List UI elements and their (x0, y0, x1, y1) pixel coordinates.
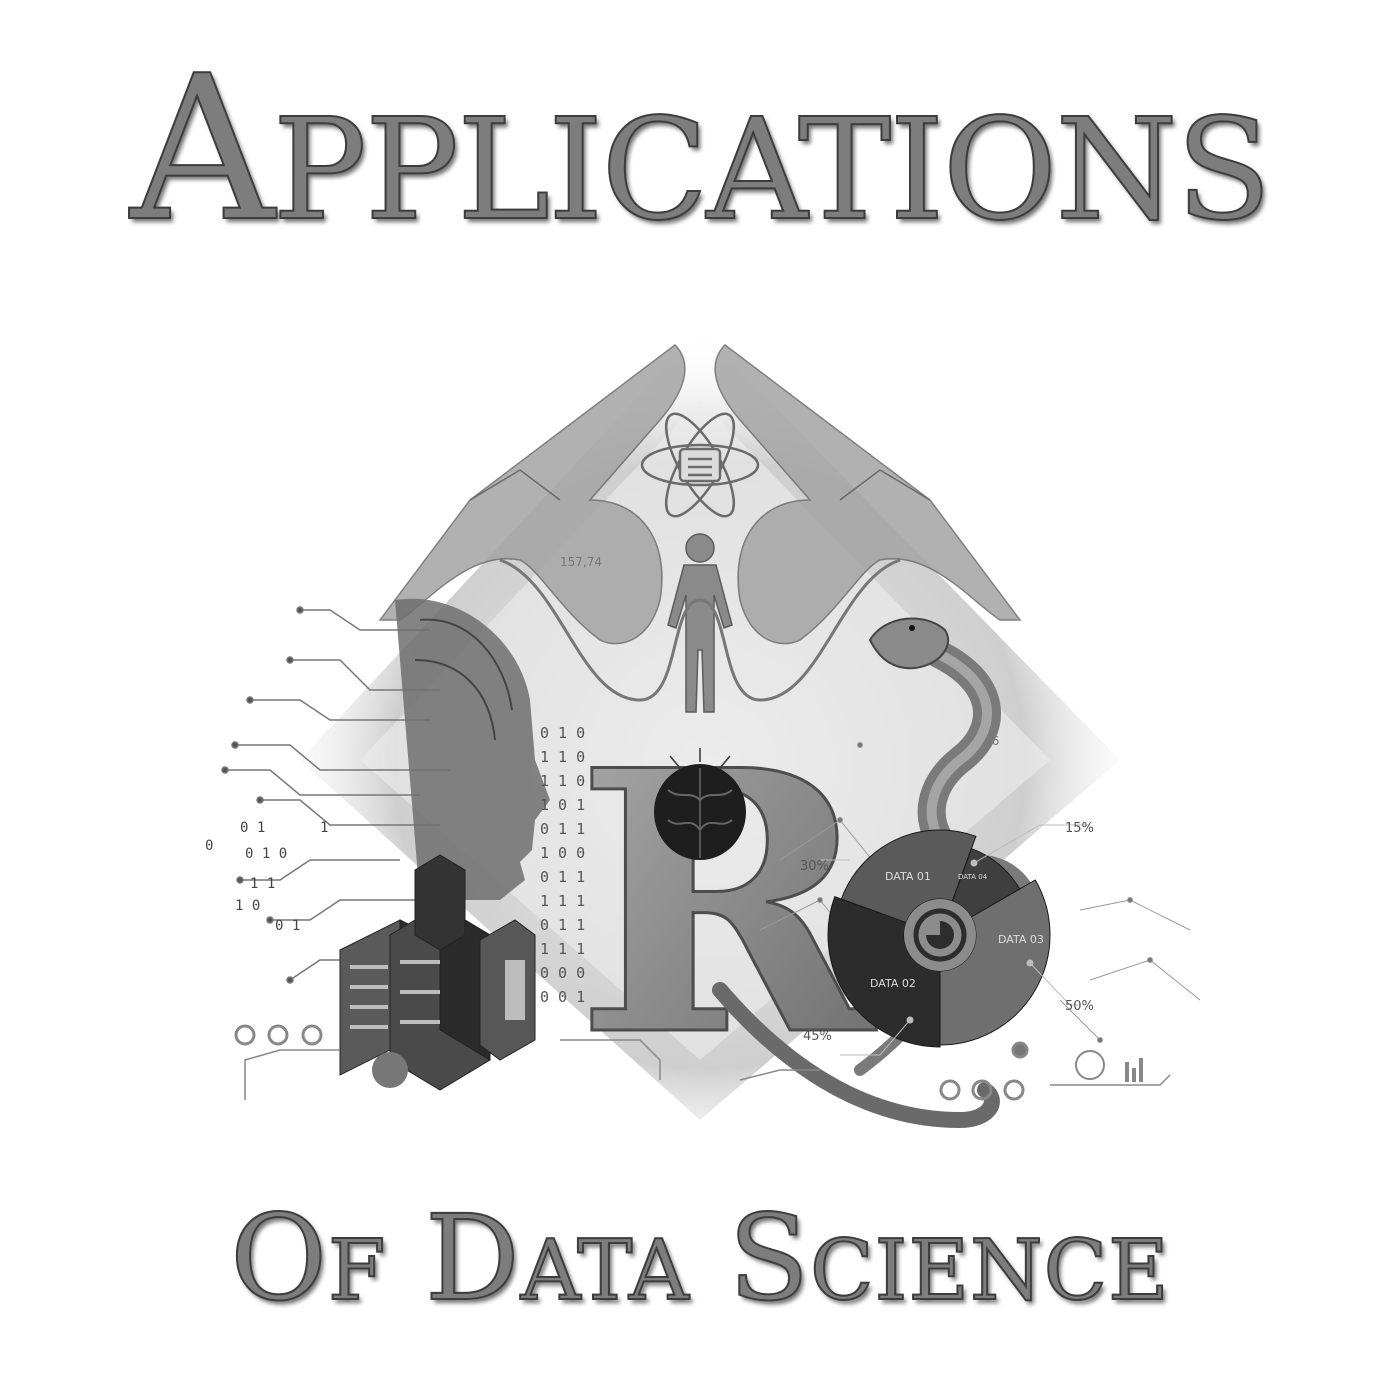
donut-label-data-01: DATA 01 (885, 870, 931, 883)
percent-30: 30% (800, 859, 829, 874)
binary-bit: 1 1 (250, 876, 275, 892)
binary-bit: 1 0 (235, 898, 260, 914)
binary-scatter: 0 1 1 0 1 0 1 1 0 1 0 1 0 (205, 820, 328, 934)
binary-bit: 0 1 0 (245, 846, 287, 862)
title-of-data-science: Of Data Science (229, 1188, 1170, 1328)
binary-bit: 0 1 (240, 820, 265, 836)
binary-bit: 0 1 (275, 918, 300, 934)
binary-bit: 0 (205, 838, 213, 854)
binary-bit: 1 (320, 820, 328, 836)
donut-label-data-04: DATA 04 (958, 873, 988, 881)
percent-50: 50% (1065, 999, 1094, 1014)
readout-top-left: 157,74 (560, 555, 602, 569)
donut-label-data-02: DATA 02 (870, 977, 916, 990)
percent-45: 45% (803, 1029, 832, 1044)
donut-label-data-03: DATA 03 (998, 933, 1044, 946)
percent-15: 15% (1065, 821, 1094, 836)
